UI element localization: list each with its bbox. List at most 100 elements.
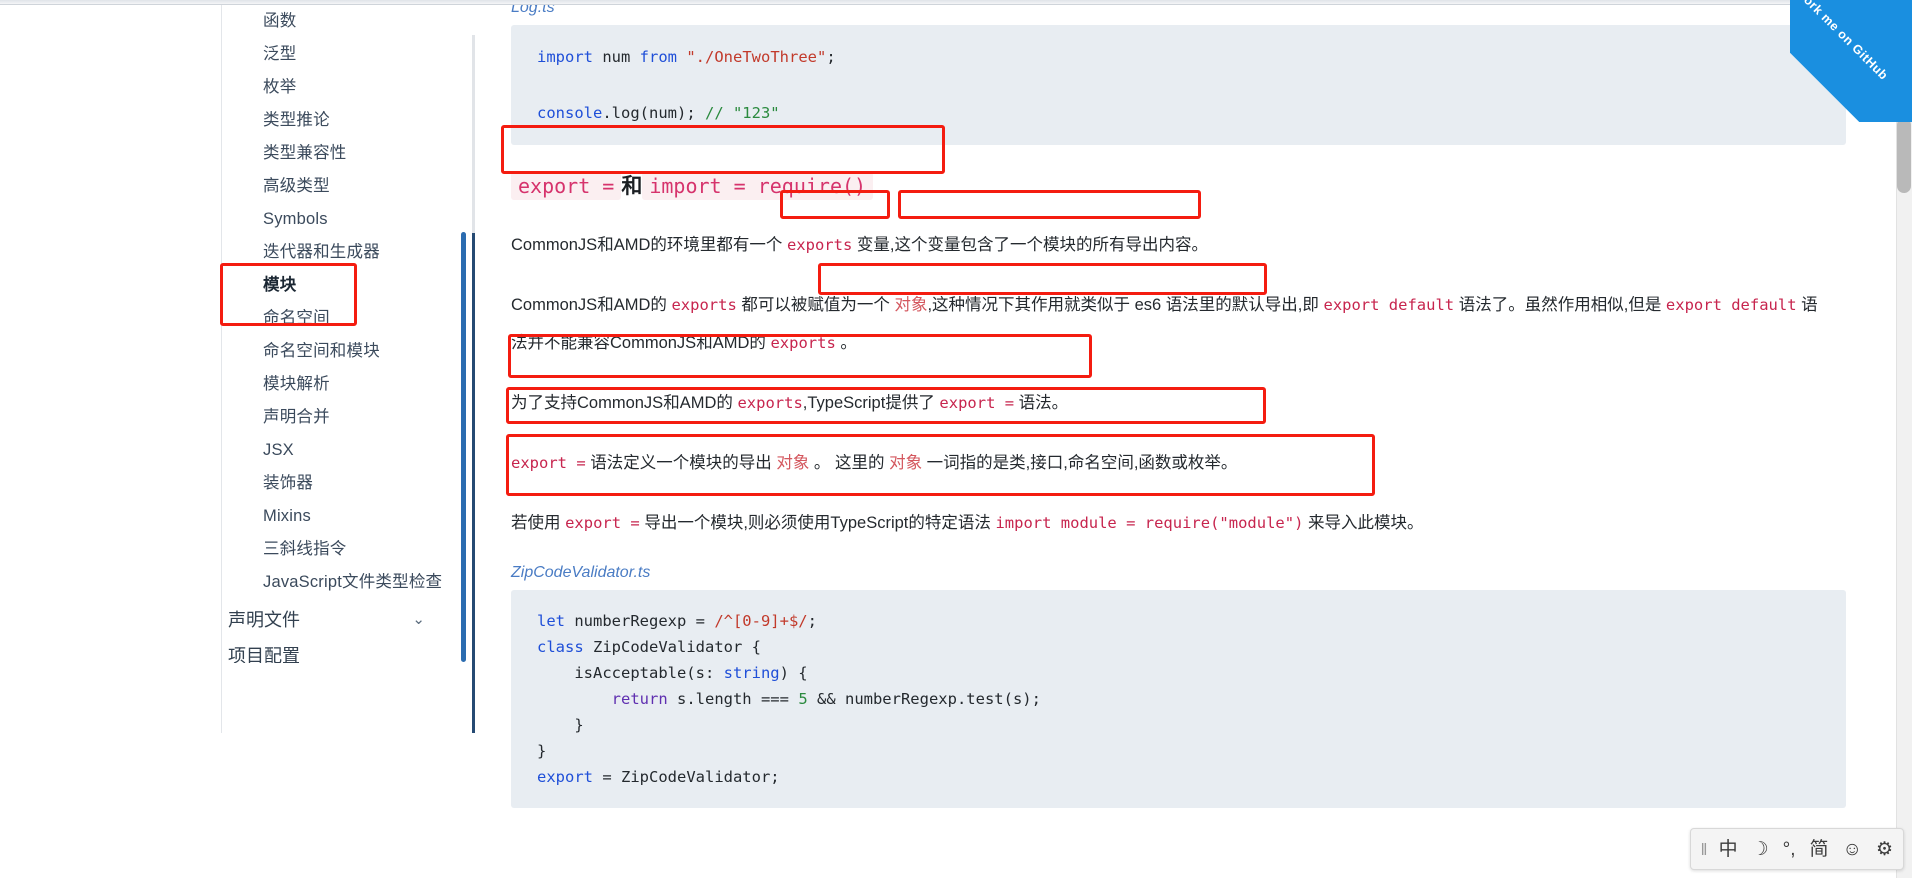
p1-text-a: CommonJS和AMD的环境里都有一个 <box>511 236 787 254</box>
sidebar-item-label: 命名空间和模块 <box>263 342 380 360</box>
code-token: 5 <box>798 690 808 708</box>
code-line: class ZipCodeValidator { <box>537 634 1820 660</box>
drag-handle-icon[interactable]: ‖ <box>1701 841 1708 858</box>
code-token: from <box>639 48 677 66</box>
fork-me-on-github-ribbon[interactable]: Fork me on GitHub <box>1790 0 1912 122</box>
sidebar-item-9[interactable]: 命名空间 <box>0 302 470 335</box>
p3-code-export-eq: export = <box>939 394 1015 412</box>
p2-text-b: 都可以被赋值为一个 <box>736 296 895 314</box>
chinese-mode-icon[interactable]: 中 <box>1719 840 1738 859</box>
p4-text-b: 。 这里的 <box>809 454 890 472</box>
chevron-down-icon[interactable]: ⌄ <box>412 599 425 641</box>
document-body: Log.ts import num from "./OneTwoThree"; … <box>472 5 1872 808</box>
p2-text-d: 语法了。虽然作用相似, <box>1454 296 1629 314</box>
p2-text-a: CommonJS和AMD的 <box>511 296 672 314</box>
sidebar-item-label: 类型推论 <box>263 111 330 129</box>
code-token: = ZipCodeValidator; <box>593 768 780 786</box>
p5-text-c: 来导入此模块。 <box>1303 514 1424 532</box>
code-token: export <box>537 768 593 786</box>
code-token: console <box>537 104 603 122</box>
code-token: ; <box>826 48 836 66</box>
sidebar-item-13[interactable]: JSX <box>0 434 470 467</box>
code-line: console.log(num); // "123" <box>537 99 1820 127</box>
simplified-chinese-icon[interactable]: 简 <box>1810 840 1829 859</box>
p2-text-g: 。 <box>835 334 857 352</box>
sidebar-item-label: Symbols <box>263 210 328 228</box>
sidebar-item-label: 迭代器和生成器 <box>263 243 380 261</box>
sidebar-item-12[interactable]: 声明合并 <box>0 401 470 434</box>
code-line: isAcceptable(s: string) { <box>537 660 1820 686</box>
paragraph-import-require-required: 若使用 export = 导出一个模块,则必须使用TypeScript的特定语法… <box>511 504 1831 542</box>
page-scrollbar-thumb[interactable] <box>1897 118 1911 193</box>
sidebar-item-7[interactable]: 迭代器和生成器 <box>0 236 470 269</box>
sidebar-item-list[interactable]: 函数泛型枚举类型推论类型兼容性高级类型 Symbols 迭代器和生成器 模块命名空间命… <box>0 5 470 663</box>
p2-code-exports-1: exports <box>671 296 737 314</box>
punctuation-icon[interactable]: °, <box>1783 840 1796 859</box>
ribbon-triangle <box>1790 0 1912 122</box>
code-token: numberRegexp = <box>565 612 715 630</box>
p3-text-c: 语法。 <box>1014 394 1069 412</box>
ime-toolbar[interactable]: ‖ 中 ☽ °, 简 ☺ ⚙ <box>1689 828 1904 870</box>
code-token: let <box>537 612 565 630</box>
code-line: } <box>537 738 1820 764</box>
main-content-area: Log.ts import num from "./OneTwoThree"; … <box>472 5 1912 878</box>
sidebar-item-3[interactable]: 类型推论 <box>0 104 470 137</box>
sidebar-item-2[interactable]: 枚举 <box>0 71 470 104</box>
p5-code-import-require: import module = require("module") <box>995 514 1304 532</box>
code-token: ZipCodeValidator { <box>583 638 761 656</box>
sidebar-item-1[interactable]: 泛型 <box>0 38 470 71</box>
sidebar-item-15[interactable]: Mixins <box>0 500 470 533</box>
content-scrollbar-thumb[interactable] <box>461 232 466 662</box>
code-token: // "123" <box>704 104 780 122</box>
paragraph-export-default-compat: CommonJS和AMD的 exports 都可以被赋值为一个 对象,这种情况下… <box>511 286 1831 362</box>
code-line: import num from "./OneTwoThree"; <box>537 43 1820 71</box>
sidebar-item-label: 声明合并 <box>263 408 330 426</box>
moon-icon[interactable]: ☽ <box>1752 840 1769 859</box>
sidebar-item-17[interactable]: JavaScript文件类型检查 <box>0 566 470 599</box>
code-token: class <box>537 638 584 656</box>
p2-text-c: ,这种情况下其作用就类似于 es6 语法里的默认导出,即 <box>927 296 1324 314</box>
sidebar-section-label: 声明文件 <box>228 610 300 630</box>
sidebar-section-1[interactable]: 项目配置 <box>0 641 470 663</box>
sidebar-item-label: 命名空间 <box>263 309 330 327</box>
sidebar-item-4[interactable]: 类型兼容性 <box>0 137 470 170</box>
code-token: return <box>611 690 668 708</box>
code-block-zipcodevalidator-ts: let numberRegexp = /^[0-9]+$/; class ZipC… <box>511 590 1846 808</box>
code-token: && numberRegexp.test(s); <box>807 690 1041 708</box>
sidebar-item-14[interactable]: 装饰器 <box>0 467 470 500</box>
code-caption-zipcodevalidator-ts: ZipCodeValidator.ts <box>511 564 651 581</box>
code-token: /^[0-9]+$/ <box>714 612 808 630</box>
sidebar-item-label: 函数 <box>263 12 297 30</box>
emoji-icon[interactable]: ☺ <box>1843 840 1862 859</box>
sidebar-section-0[interactable]: 声明文件 ⌄ <box>0 599 470 641</box>
sidebar-item-5[interactable]: 高级类型 <box>0 170 470 203</box>
sidebar-item-10[interactable]: 命名空间和模块 <box>0 335 470 368</box>
sidebar-item-8[interactable]: 模块 <box>0 269 470 302</box>
p2-term-object: 对象 <box>894 296 928 314</box>
p5-code-export-eq: export = <box>565 514 640 532</box>
p4-text-c: 一词指的是类,接口,命名空间,函数或枚举。 <box>922 454 1238 472</box>
heading-code-export: export = <box>511 172 622 200</box>
sidebar-item-label: 高级类型 <box>263 177 330 195</box>
p4-text-a: 语法定义一个模块的导出 <box>585 454 777 472</box>
p4-code-export-eq: export = <box>511 454 586 472</box>
sidebar-item-label: 泛型 <box>263 45 297 63</box>
code-token: ) { <box>779 664 808 682</box>
code-caption-log-ts: Log.ts <box>511 5 555 16</box>
sidebar-item-label: Mixins <box>263 507 311 525</box>
settings-gear-icon[interactable]: ⚙ <box>1876 840 1893 859</box>
sidebar-item-label: 模块 <box>263 276 297 294</box>
p4-term-object-2: 对象 <box>889 454 923 472</box>
sidebar-item-16[interactable]: 三斜线指令 <box>0 533 470 566</box>
sidebar-item-6[interactable]: Symbols <box>0 203 470 236</box>
p3-code-exports: exports <box>737 394 803 412</box>
sidebar-item-11[interactable]: 模块解析 <box>0 368 470 401</box>
p3-text-a: 为了支持CommonJS和AMD的 <box>511 394 738 412</box>
sidebar-item-label: JSX <box>263 441 294 459</box>
p4-term-object-1: 对象 <box>776 454 810 472</box>
sidebar-item-label: 模块解析 <box>263 375 330 393</box>
sidebar-item-0[interactable]: 函数 <box>0 5 470 38</box>
sidebar-item-label: 装饰器 <box>263 474 314 492</box>
sidebar-navigation[interactable]: 函数泛型枚举类型推论类型兼容性高级类型 Symbols 迭代器和生成器 模块命名空间命… <box>0 5 470 878</box>
